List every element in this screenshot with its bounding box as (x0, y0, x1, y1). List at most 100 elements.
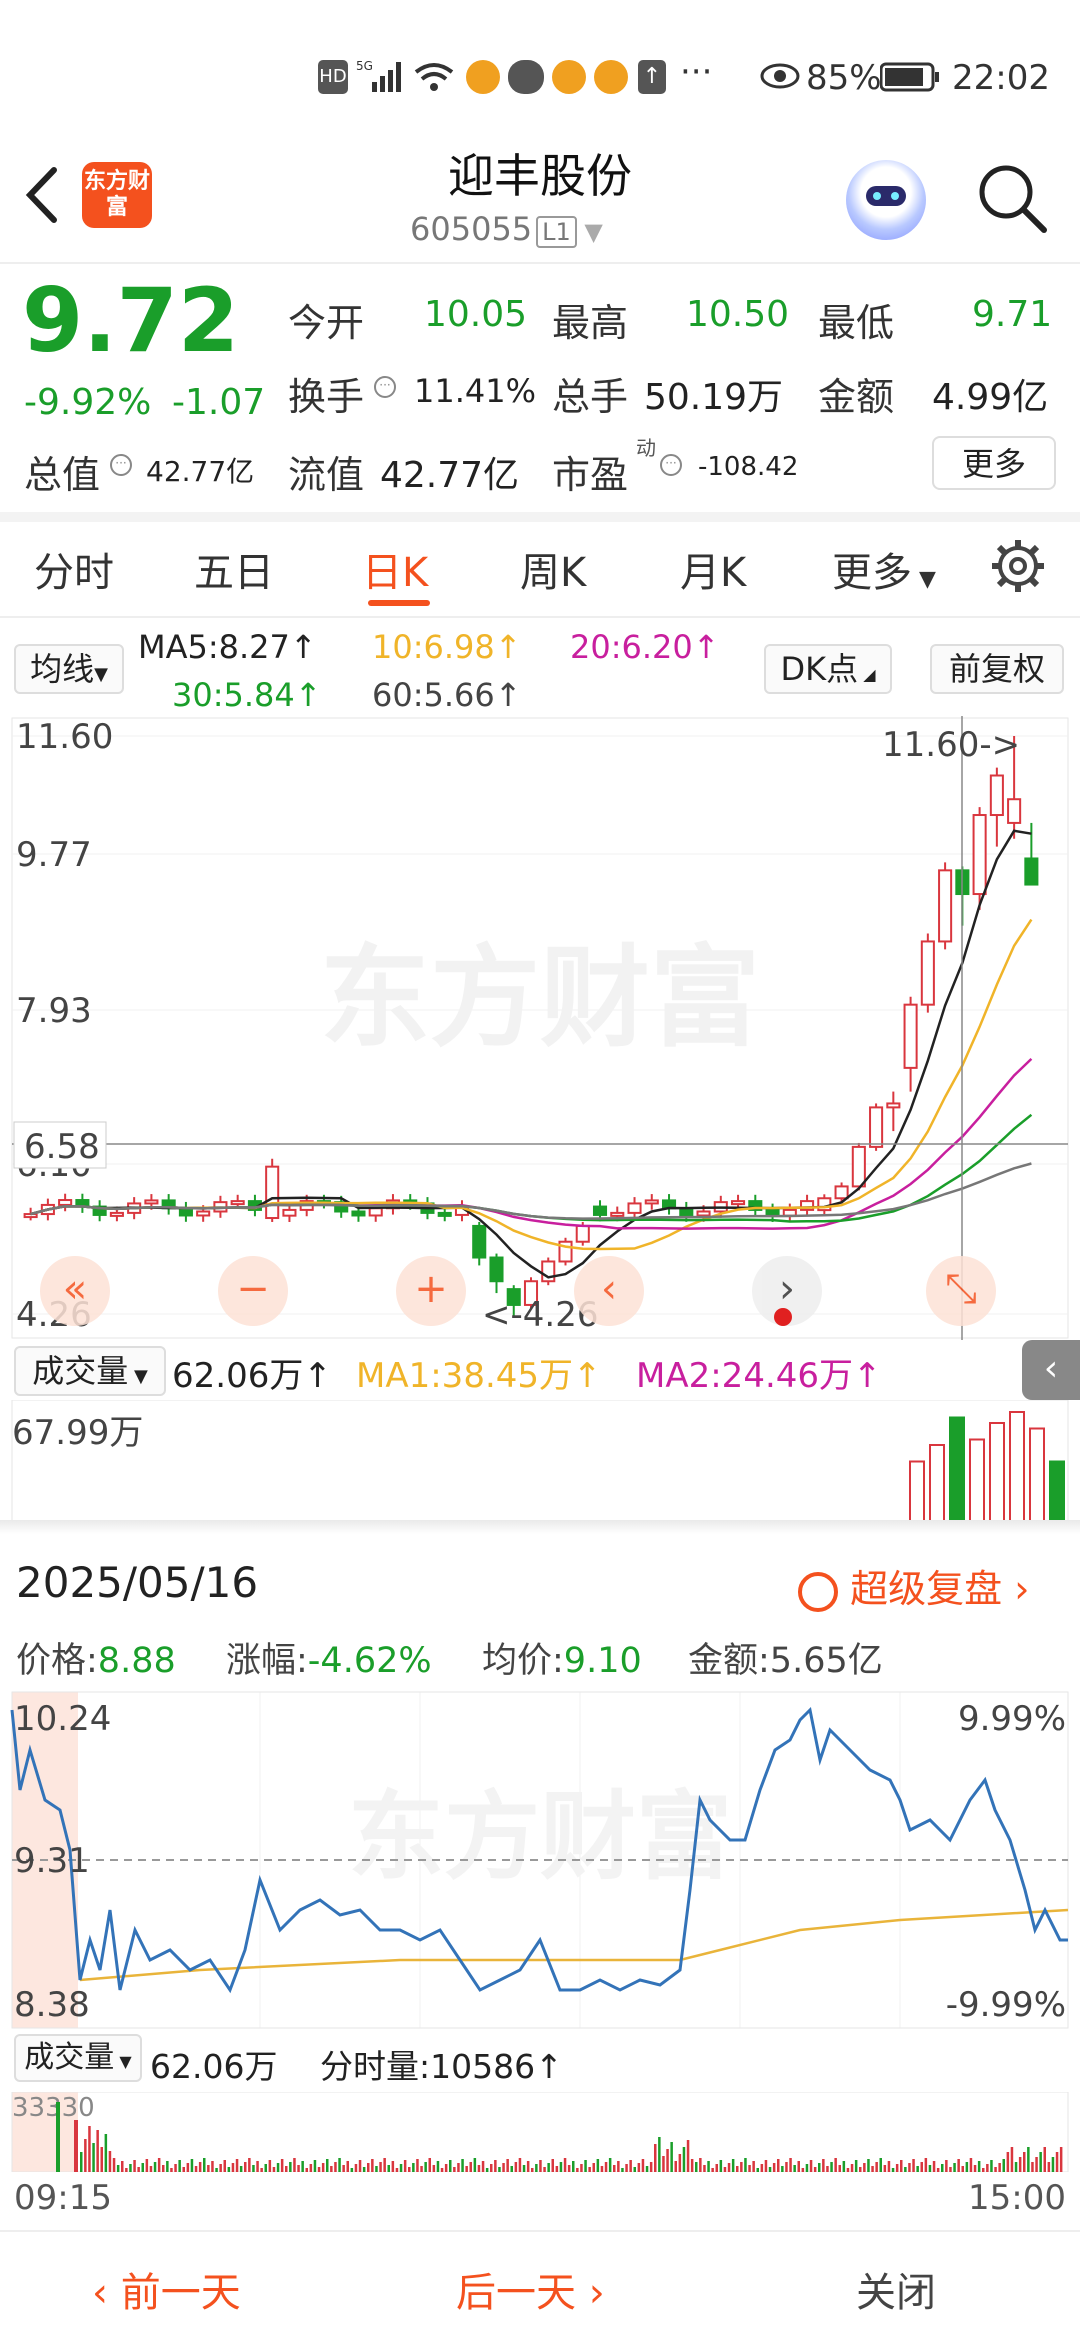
volume-bar (1023, 2152, 1026, 2172)
low-value: 9.71 (972, 294, 1053, 335)
stock-code-selector[interactable]: 605055 L1 ▼ (410, 210, 690, 248)
zoom-out-button[interactable]: − (218, 1256, 288, 1326)
more-quote-button[interactable]: 更多 (932, 436, 1056, 490)
scroll-left-button[interactable]: ‹ (574, 1256, 644, 1326)
prev-day-button[interactable]: ‹ 前一天 (92, 2260, 241, 2318)
search-button[interactable] (972, 158, 1052, 238)
volume-bar (522, 2165, 526, 2172)
volume-bar (326, 2159, 329, 2172)
ai-assistant-robot-icon[interactable] (846, 160, 926, 240)
volume-bar (74, 2120, 78, 2172)
collapse-panel-button[interactable]: ‹ (1022, 1340, 1080, 1400)
volume-bar (194, 2166, 198, 2172)
volume-bar (293, 2158, 296, 2172)
close-button[interactable]: 关闭 (856, 2260, 936, 2318)
volume-bar (301, 2161, 304, 2172)
candle-body (144, 1199, 159, 1205)
float-cap-value: 42.77亿 (380, 455, 520, 496)
volume-bar (211, 2161, 214, 2172)
candle-body (610, 1211, 625, 1217)
tab-weekly-k[interactable]: 周K (520, 540, 586, 598)
back-button[interactable] (18, 160, 78, 230)
volume-bar (424, 2162, 427, 2172)
volume-bar (678, 2154, 682, 2172)
y-mid-label: 9.31 (14, 1841, 90, 1881)
pe-value: -108.42 (698, 452, 799, 482)
volume-bar (305, 2168, 308, 2172)
history-clock-icon (798, 1571, 838, 1612)
scroll-left-fast-button[interactable]: « (40, 1256, 110, 1326)
kline-chart[interactable]: 东方财富 11.609.777.936.104.26 6.58 11.60-> … (0, 716, 1080, 1340)
crosshair-price: 6.58 (24, 1127, 100, 1167)
candle-body (644, 1199, 659, 1205)
volume-bar (321, 2163, 325, 2172)
info-dots-icon: ··· (660, 454, 682, 476)
super-replay-link[interactable]: 超级复盘 › (798, 1558, 1029, 1613)
intraday-volume-selector[interactable]: 成交量 ▼ (14, 2034, 142, 2082)
volume-bar (1051, 2157, 1055, 2172)
volume-bar (859, 2167, 862, 2172)
wifi-icon (414, 63, 454, 91)
caret-down-icon: ▼ (114, 2052, 132, 2071)
volume-bar (711, 2168, 714, 2172)
volume-bar (235, 2159, 239, 2172)
candle-body (23, 1213, 38, 1219)
tab-more[interactable]: 更多 ▼ (832, 540, 936, 598)
intraday-chart[interactable]: 东方财富 10.24 9.31 8.38 9.99% -9.99% (0, 1690, 1080, 2030)
volume-bar (891, 2168, 895, 2172)
stock-code: 605055 (410, 210, 533, 248)
intraday-volume-value: 62.06万 (150, 2047, 278, 2086)
volume-bar (276, 2163, 280, 2172)
volume-bar (510, 2166, 513, 2172)
volume-bar (625, 2164, 628, 2172)
search-icon (979, 165, 1047, 233)
weibo-icon (552, 60, 586, 94)
volume-bar (641, 2159, 645, 2172)
active-tab-indicator (368, 600, 430, 606)
volume-bar (850, 2164, 854, 2172)
next-day-button[interactable]: 后一天 › (456, 2260, 605, 2318)
tab-daily-k[interactable]: 日K (362, 540, 428, 598)
candle-body (627, 1202, 642, 1214)
volume-bar (182, 2167, 185, 2172)
volume-bar (170, 2168, 173, 2172)
volume-bar (559, 2162, 563, 2172)
watermark: 东方财富 (348, 1781, 732, 1893)
zoom-in-button[interactable]: + (396, 1256, 466, 1326)
volume-bar (112, 2158, 116, 2172)
info-dots-icon: ··· (110, 454, 132, 476)
volume-bar (895, 2164, 899, 2172)
volume-bar (690, 2159, 694, 2172)
volume-bar (863, 2163, 866, 2172)
volume-bar (826, 2166, 829, 2172)
volume-bar (531, 2168, 534, 2172)
fullscreen-button[interactable]: ⤡ (926, 1256, 996, 1326)
amount-label: 金额 (818, 375, 895, 419)
volume-bar (789, 2158, 792, 2172)
tab-intraday[interactable]: 分时 (34, 540, 114, 598)
high-label: 最高 (552, 301, 629, 345)
volume-bar (104, 2134, 108, 2172)
volume-bar (563, 2158, 567, 2172)
volume-bar (986, 2164, 989, 2172)
settings-gear-icon[interactable] (990, 538, 1046, 594)
y-axis-label: 9.77 (16, 835, 92, 875)
tab-five-day[interactable]: 五日 (194, 540, 274, 598)
volume-bar (596, 2159, 600, 2172)
volume-bar (1039, 2152, 1042, 2172)
volume-bar (900, 2160, 903, 2172)
volume-bar (703, 2165, 706, 2172)
volume-bar (1009, 1411, 1025, 1522)
volume-indicator-selector[interactable]: 成交量 ▼ (14, 1346, 166, 1396)
volume-bar (719, 2160, 723, 2172)
volume-bar (621, 2168, 624, 2172)
ma-selector[interactable]: 均线▼ (14, 644, 124, 694)
dk-point-button[interactable]: DK点 ◢ (764, 644, 892, 694)
tab-monthly-k[interactable]: 月K (680, 540, 746, 598)
volume-bar (80, 2152, 83, 2172)
volume-bar (936, 2168, 940, 2172)
volume-bar (879, 2158, 882, 2172)
volume-bar (797, 2161, 800, 2172)
volume-bar (420, 2166, 423, 2172)
forward-adjust-button[interactable]: 前复权 (930, 644, 1064, 694)
